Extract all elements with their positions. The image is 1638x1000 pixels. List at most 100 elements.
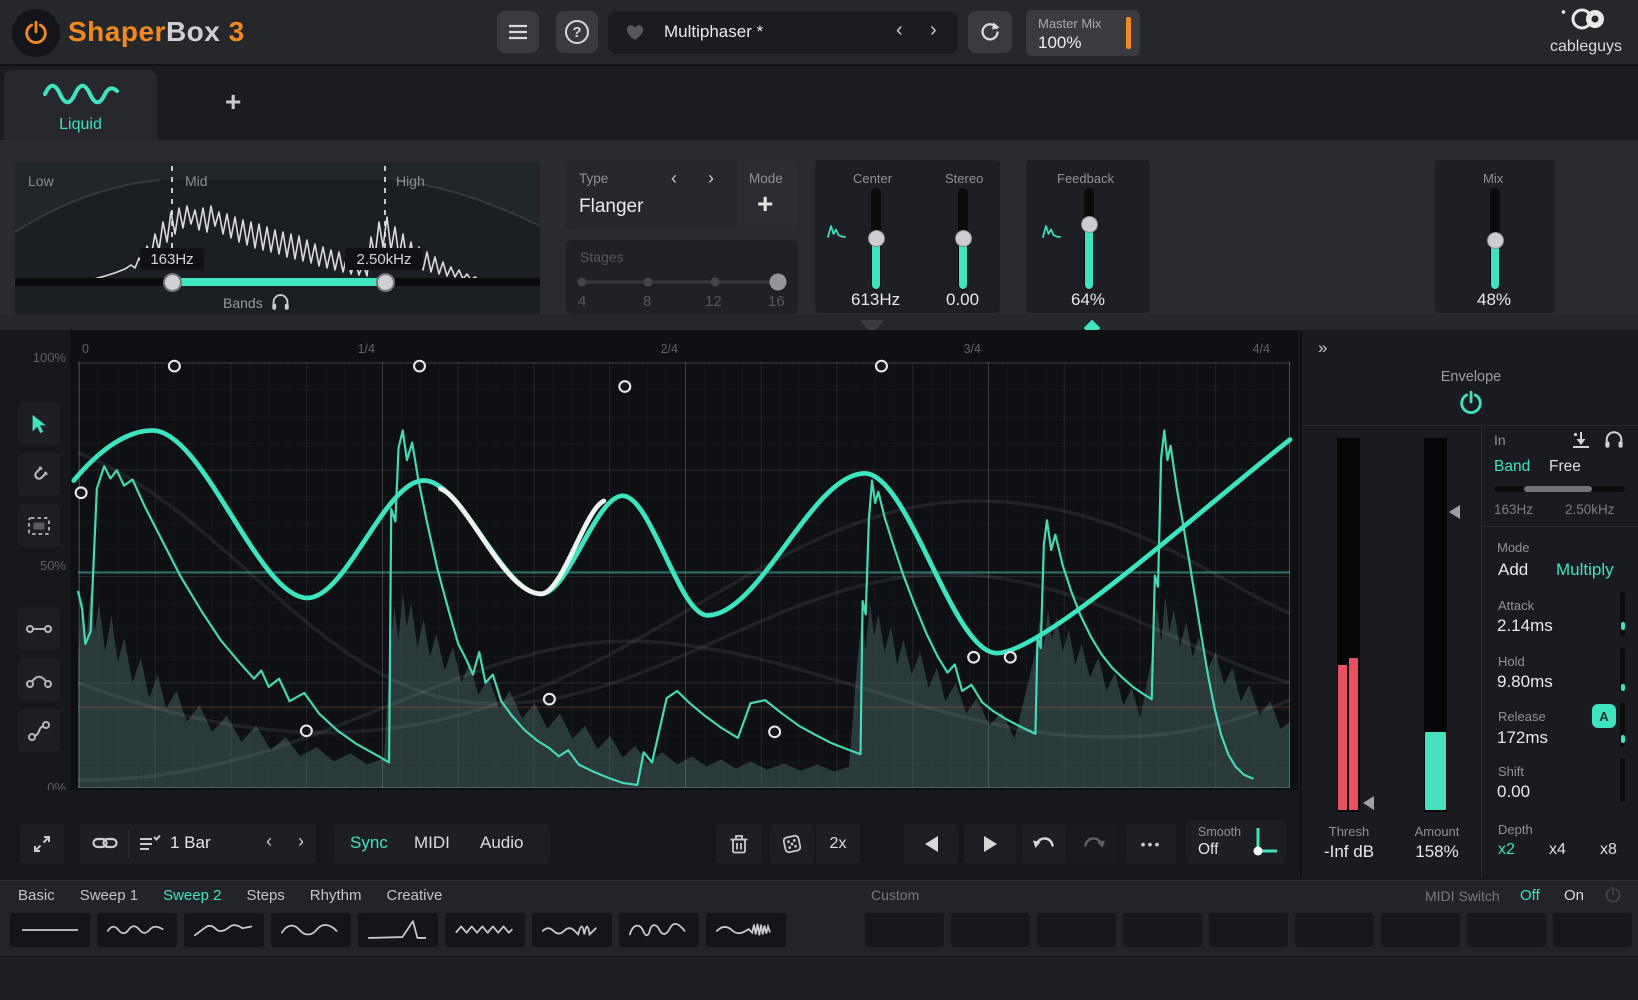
- band-freq-high-badge[interactable]: 2.50kHz: [345, 248, 423, 270]
- feedback-slider-handle[interactable]: [1081, 216, 1098, 233]
- thresh-marker-icon[interactable]: [1363, 796, 1374, 810]
- stereo-slider-handle[interactable]: [955, 230, 972, 247]
- stages-slider[interactable]: [566, 270, 798, 294]
- hold-value[interactable]: 9.80ms: [1497, 672, 1553, 692]
- preset-next-icon[interactable]: ›: [930, 19, 937, 42]
- depth-x2-toggle[interactable]: x2: [1498, 841, 1515, 859]
- undo-button[interactable]: [1022, 824, 1066, 864]
- depth-x4-toggle[interactable]: x4: [1549, 841, 1566, 859]
- trigger-midi-toggle[interactable]: MIDI: [414, 833, 450, 853]
- wave-thumb-wavy[interactable]: [97, 913, 177, 947]
- type-value[interactable]: Flanger: [579, 196, 643, 218]
- shift-mini-slider[interactable]: [1620, 758, 1625, 802]
- help-button[interactable]: ?: [556, 11, 598, 53]
- hold-mini-slider[interactable]: [1620, 648, 1625, 692]
- ab-compare-button[interactable]: [968, 11, 1012, 53]
- preset-selector[interactable]: Multiphaser * ‹ ›: [608, 11, 958, 54]
- mode-multiply-toggle[interactable]: Multiply: [1556, 560, 1614, 580]
- tool-snap-button[interactable]: [18, 453, 60, 496]
- tool-cursor-button[interactable]: [18, 402, 60, 445]
- trigger-audio-toggle[interactable]: Audio: [480, 833, 523, 853]
- category-sweep1[interactable]: Sweep 1: [80, 887, 138, 904]
- envelope-band-slider[interactable]: [1494, 486, 1625, 492]
- custom-slot-3[interactable]: [1037, 913, 1116, 947]
- wave-thumb-scribble[interactable]: [706, 913, 786, 947]
- redo-button[interactable]: [1072, 824, 1116, 864]
- shift-left-button[interactable]: [904, 824, 958, 864]
- band-panel[interactable]: Low Mid High 163Hz 2.50kHz Bands: [15, 162, 540, 315]
- bands-headphone-icon[interactable]: [271, 293, 290, 311]
- custom-slot-9[interactable]: [1553, 913, 1632, 947]
- attack-mini-slider[interactable]: [1620, 592, 1625, 636]
- menu-button[interactable]: [497, 11, 539, 53]
- smooth-control[interactable]: Smooth Off: [1186, 820, 1286, 864]
- wave-thumb-ramp-spike[interactable]: [358, 913, 438, 947]
- category-rhythm[interactable]: Rhythm: [310, 887, 362, 904]
- rate-prev-icon[interactable]: ‹: [266, 831, 272, 852]
- envelope-power-button[interactable]: [1446, 386, 1496, 420]
- feedback-value[interactable]: 64%: [1071, 290, 1105, 310]
- rate-value[interactable]: 1 Bar: [170, 833, 211, 853]
- mode-add-button[interactable]: +: [757, 188, 773, 220]
- link-icon[interactable]: [92, 835, 118, 851]
- source-free-toggle[interactable]: Free: [1549, 458, 1581, 476]
- add-tab-button[interactable]: +: [225, 86, 241, 118]
- custom-slot-4[interactable]: [1123, 913, 1202, 947]
- custom-slot-8[interactable]: [1467, 913, 1546, 947]
- editor-curves[interactable]: [78, 362, 1290, 788]
- band-handle-low[interactable]: [163, 273, 182, 292]
- tab-liquid[interactable]: Liquid: [4, 70, 157, 140]
- envelope-headphone-icon[interactable]: [1604, 430, 1624, 449]
- tool-arc-button[interactable]: [18, 658, 60, 701]
- release-mini-slider[interactable]: [1620, 703, 1625, 747]
- master-mix-control[interactable]: Master Mix 100%: [1026, 10, 1140, 56]
- preset-prev-icon[interactable]: ‹: [896, 19, 903, 42]
- tool-scurve-button[interactable]: [18, 709, 60, 752]
- release-auto-badge[interactable]: A: [1592, 704, 1616, 728]
- preset-name[interactable]: Multiphaser *: [664, 22, 763, 42]
- category-steps[interactable]: Steps: [246, 887, 284, 904]
- type-next-icon[interactable]: ›: [708, 168, 714, 189]
- rate-list-icon[interactable]: [138, 834, 162, 854]
- custom-slot-2[interactable]: [951, 913, 1030, 947]
- favorite-heart-icon[interactable]: [624, 22, 646, 42]
- custom-slot-5[interactable]: [1209, 913, 1288, 947]
- stereo-value[interactable]: 0.00: [946, 290, 979, 310]
- center-slider-handle[interactable]: [868, 230, 885, 247]
- thresh-value[interactable]: -Inf dB: [1312, 842, 1386, 862]
- mix-value[interactable]: 48%: [1477, 290, 1511, 310]
- custom-slot-7[interactable]: [1381, 913, 1460, 947]
- type-prev-icon[interactable]: ‹: [671, 168, 677, 189]
- band-freq-low-badge[interactable]: 163Hz: [140, 248, 204, 270]
- mix-slider-handle[interactable]: [1487, 232, 1504, 249]
- clear-wave-button[interactable]: [716, 824, 762, 864]
- midi-switch-icon[interactable]: [1604, 886, 1622, 904]
- wave-thumb-rising-bumps[interactable]: [184, 913, 264, 947]
- wave-thumb-flat[interactable]: [10, 913, 90, 947]
- more-options-button[interactable]: •••: [1126, 824, 1176, 864]
- fullscreen-button[interactable]: [20, 824, 64, 864]
- midi-switch-off-toggle[interactable]: Off: [1520, 887, 1540, 904]
- attack-value[interactable]: 2.14ms: [1497, 616, 1553, 636]
- wave-thumb-wave-bumps[interactable]: [532, 913, 612, 947]
- amount-marker-icon[interactable]: [1449, 505, 1460, 519]
- custom-slot-1[interactable]: [865, 913, 944, 947]
- amount-value[interactable]: 158%: [1400, 842, 1474, 862]
- bypass-power-button[interactable]: [12, 9, 60, 57]
- mode-add-toggle[interactable]: Add: [1498, 560, 1528, 580]
- source-band-toggle[interactable]: Band: [1494, 458, 1530, 476]
- center-value[interactable]: 613Hz: [851, 290, 900, 310]
- wave-thumb-arcs[interactable]: [619, 913, 699, 947]
- randomize-button[interactable]: [770, 824, 814, 864]
- category-basic[interactable]: Basic: [18, 887, 55, 904]
- input-source-icon[interactable]: [1570, 430, 1592, 450]
- trigger-sync-toggle[interactable]: Sync: [350, 833, 388, 853]
- category-sweep2[interactable]: Sweep 2: [163, 887, 221, 904]
- tool-select-button[interactable]: [18, 504, 60, 547]
- amount-meter[interactable]: [1424, 438, 1447, 812]
- rate-next-icon[interactable]: ›: [298, 831, 304, 852]
- shift-value[interactable]: 0.00: [1497, 782, 1530, 802]
- wave-thumb-zigzag[interactable]: [445, 913, 525, 947]
- wave-thumb-sine[interactable]: [271, 913, 351, 947]
- depth-x8-toggle[interactable]: x8: [1600, 841, 1617, 859]
